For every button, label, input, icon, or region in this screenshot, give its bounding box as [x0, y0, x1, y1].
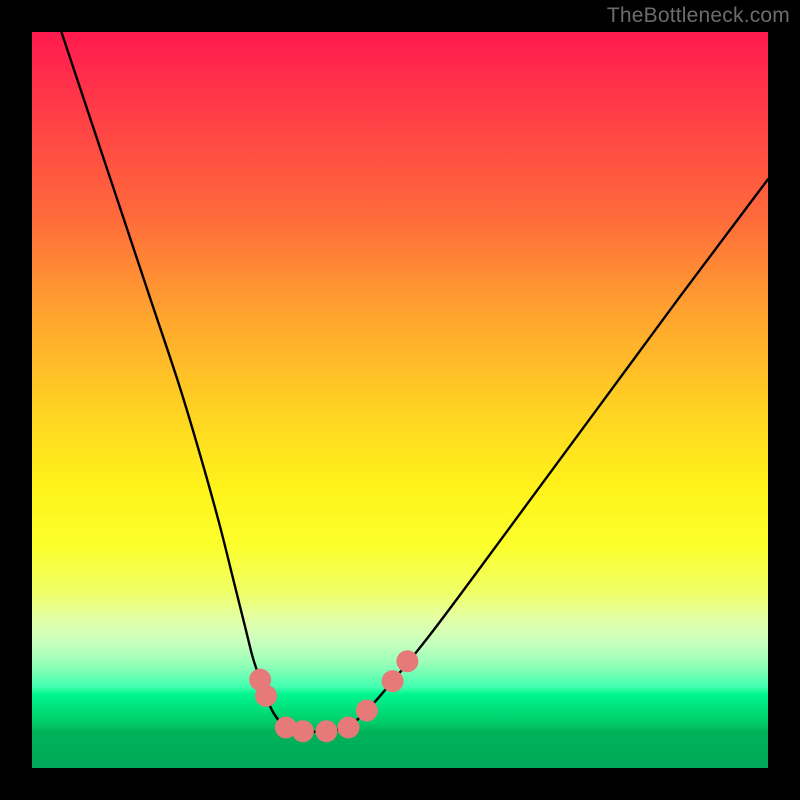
marker-right-pair-b: [382, 670, 404, 692]
marker-bottom-3: [315, 720, 337, 742]
marker-right-pair-a: [356, 700, 378, 722]
curve-right-branch: [348, 179, 768, 727]
curve-left-branch: [61, 32, 302, 731]
chart-svg: [32, 32, 768, 768]
marker-left-pair-a: [249, 669, 271, 691]
marker-right-pair-c: [396, 650, 418, 672]
watermark-text: TheBottleneck.com: [607, 4, 790, 28]
marker-bottom-2: [292, 720, 314, 742]
marker-bottom-4: [337, 717, 359, 739]
plot-area: [32, 32, 768, 768]
chart-frame: TheBottleneck.com: [0, 0, 800, 800]
